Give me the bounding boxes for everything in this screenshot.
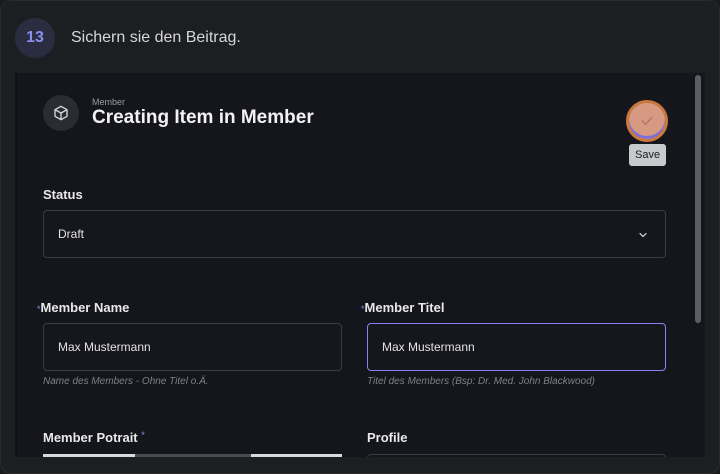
profile-label: Profile [367, 430, 408, 445]
profile-field[interactable] [367, 454, 666, 457]
member-name-value: Max Mustermann [58, 340, 151, 354]
step-row: 13 Sichern sie den Beitrag. [15, 18, 241, 58]
page-title: Creating Item in Member [92, 107, 314, 128]
member-name-input[interactable]: Max Mustermann [43, 323, 342, 371]
member-titel-label: *Member Titel [361, 300, 445, 315]
status-select[interactable]: Draft [43, 210, 666, 258]
member-potrait-upload[interactable] [43, 454, 342, 457]
save-tooltip: Save [629, 144, 667, 166]
status-label: Status [43, 187, 83, 202]
cube-icon [43, 95, 79, 131]
step-instruction: Sichern sie den Beitrag. [71, 29, 241, 46]
item-editor-panel: Member Creating Item in Member Save Stat… [15, 73, 705, 457]
member-name-label: *Member Name [37, 300, 130, 315]
member-titel-hint: Titel des Members (Bsp: Dr. Med. John Bl… [367, 376, 595, 387]
status-value: Draft [58, 227, 85, 241]
scrollbar[interactable] [695, 75, 701, 323]
save-button[interactable] [626, 100, 668, 142]
save-control: Save [626, 100, 668, 166]
step-badge: 13 [15, 18, 55, 58]
editor-header: Member Creating Item in Member [43, 95, 314, 131]
member-name-hint: Name des Members - Ohne Titel o.Ä. [43, 376, 209, 387]
member-titel-value: Max Mustermann [382, 340, 475, 354]
chevron-down-icon [639, 232, 647, 238]
check-icon [641, 116, 653, 126]
member-titel-input[interactable]: Max Mustermann [367, 323, 666, 371]
dialog-frame: 13 Sichern sie den Beitrag. Member Creat… [0, 0, 720, 474]
collection-name: Member [92, 97, 126, 107]
required-mark: * [141, 430, 145, 440]
member-potrait-label: Member Potrait * [43, 430, 145, 445]
